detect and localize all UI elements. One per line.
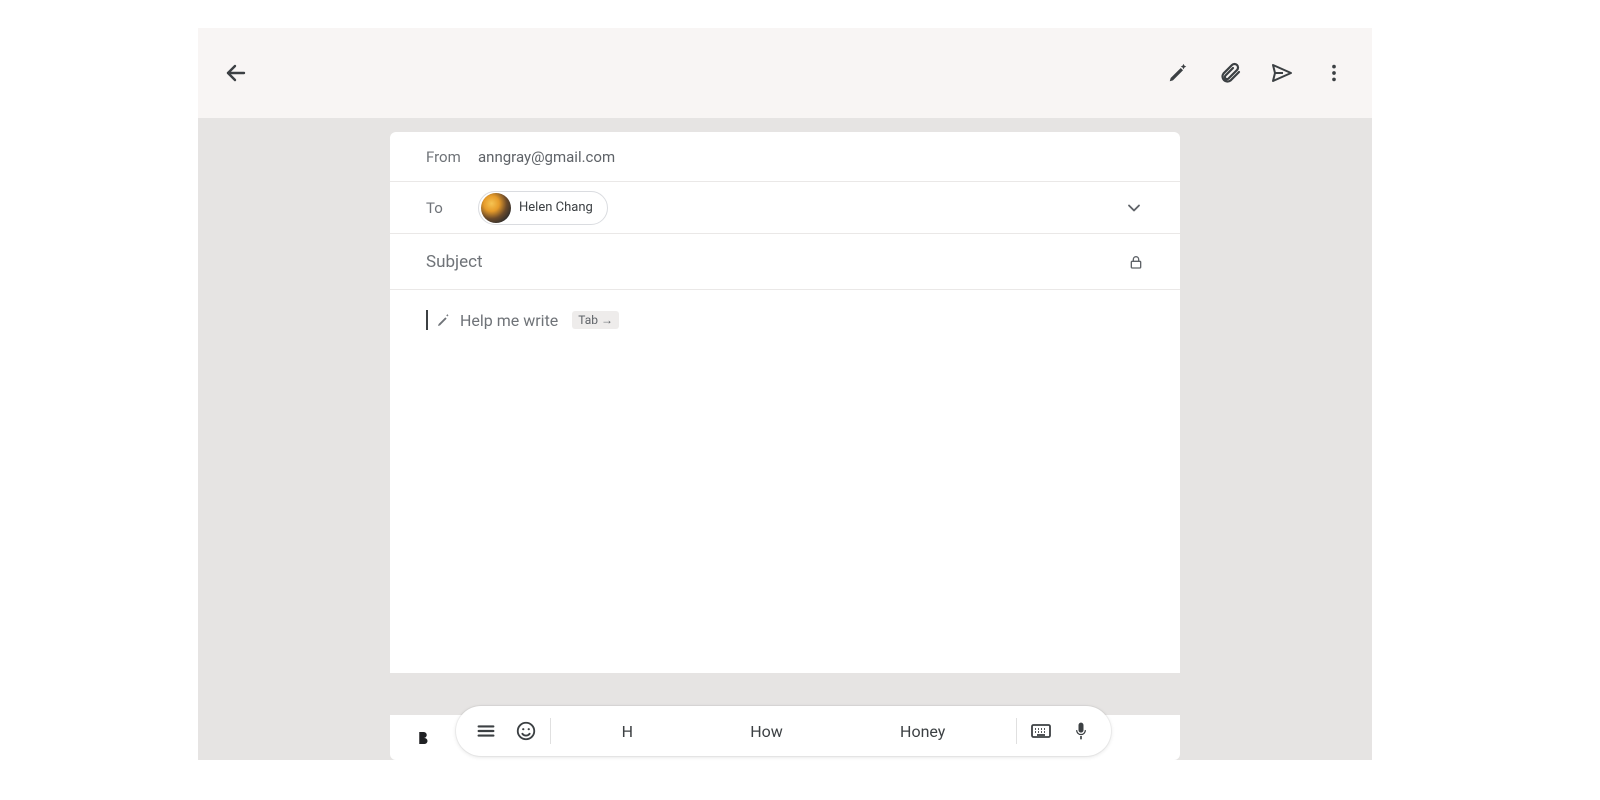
subject-placeholder: Subject <box>426 252 483 272</box>
bold-icon <box>414 729 432 747</box>
confidential-mode-button[interactable] <box>1128 254 1144 270</box>
magic-pen-icon <box>1167 62 1189 84</box>
bold-button[interactable] <box>412 727 434 749</box>
from-email: anngray@gmail.com <box>478 148 615 166</box>
recipient-chip[interactable]: Helen Chang <box>478 191 608 225</box>
keyboard-toggle-button[interactable] <box>1029 719 1053 743</box>
top-toolbar-left <box>222 59 250 87</box>
divider <box>550 718 551 744</box>
suggestion-item[interactable]: Honey <box>888 718 957 745</box>
paperclip-icon <box>1218 61 1242 85</box>
to-row[interactable]: To Helen Chang <box>390 182 1180 234</box>
top-toolbar-right <box>1164 59 1348 87</box>
compose-frame: From anngray@gmail.com To Helen Chang Su… <box>198 28 1372 760</box>
magic-write-button[interactable] <box>1164 59 1192 87</box>
divider <box>1016 718 1017 744</box>
from-label: From <box>426 148 478 166</box>
send-button[interactable] <box>1268 59 1296 87</box>
recipient-name: Helen Chang <box>519 200 593 215</box>
emoji-icon <box>515 720 537 742</box>
keyboard-suggestion-bar: H How Honey <box>456 706 1111 756</box>
keyboard-menu-button[interactable] <box>474 719 498 743</box>
expand-recipients-button[interactable] <box>1124 198 1144 218</box>
compose-midarea: From anngray@gmail.com To Helen Chang Su… <box>198 118 1372 760</box>
keyboard-icon <box>1029 719 1053 743</box>
tab-hint: Tab → <box>572 311 619 329</box>
from-row[interactable]: From anngray@gmail.com <box>390 132 1180 182</box>
more-options-button[interactable] <box>1320 59 1348 87</box>
lock-icon <box>1128 254 1144 270</box>
send-icon <box>1270 61 1294 85</box>
suggestion-item[interactable]: How <box>738 718 795 745</box>
pen-sparkle-icon <box>436 312 452 328</box>
text-cursor <box>426 310 428 330</box>
voice-input-button[interactable] <box>1069 719 1093 743</box>
suggestion-item[interactable]: H <box>610 718 645 745</box>
tab-hint-text: Tab <box>578 313 598 327</box>
subject-row[interactable]: Subject <box>390 234 1180 290</box>
help-me-write-prompt[interactable]: Help me write Tab → <box>426 310 1144 330</box>
tab-hint-arrow: → <box>601 313 613 327</box>
chevron-down-icon <box>1124 198 1144 218</box>
suggestion-list: H How Honey <box>563 718 1004 745</box>
emoji-button[interactable] <box>514 719 538 743</box>
mic-icon <box>1071 721 1091 741</box>
more-vert-icon <box>1323 62 1345 84</box>
to-label: To <box>426 199 468 217</box>
compose-body[interactable]: Help me write Tab → <box>390 290 1180 673</box>
attach-button[interactable] <box>1216 59 1244 87</box>
back-button[interactable] <box>222 59 250 87</box>
avatar <box>481 193 511 223</box>
help-me-write-label: Help me write <box>460 311 558 330</box>
menu-icon <box>475 720 497 742</box>
top-toolbar <box>198 28 1372 118</box>
arrow-left-icon <box>224 61 248 85</box>
compose-card: From anngray@gmail.com To Helen Chang Su… <box>390 132 1180 673</box>
